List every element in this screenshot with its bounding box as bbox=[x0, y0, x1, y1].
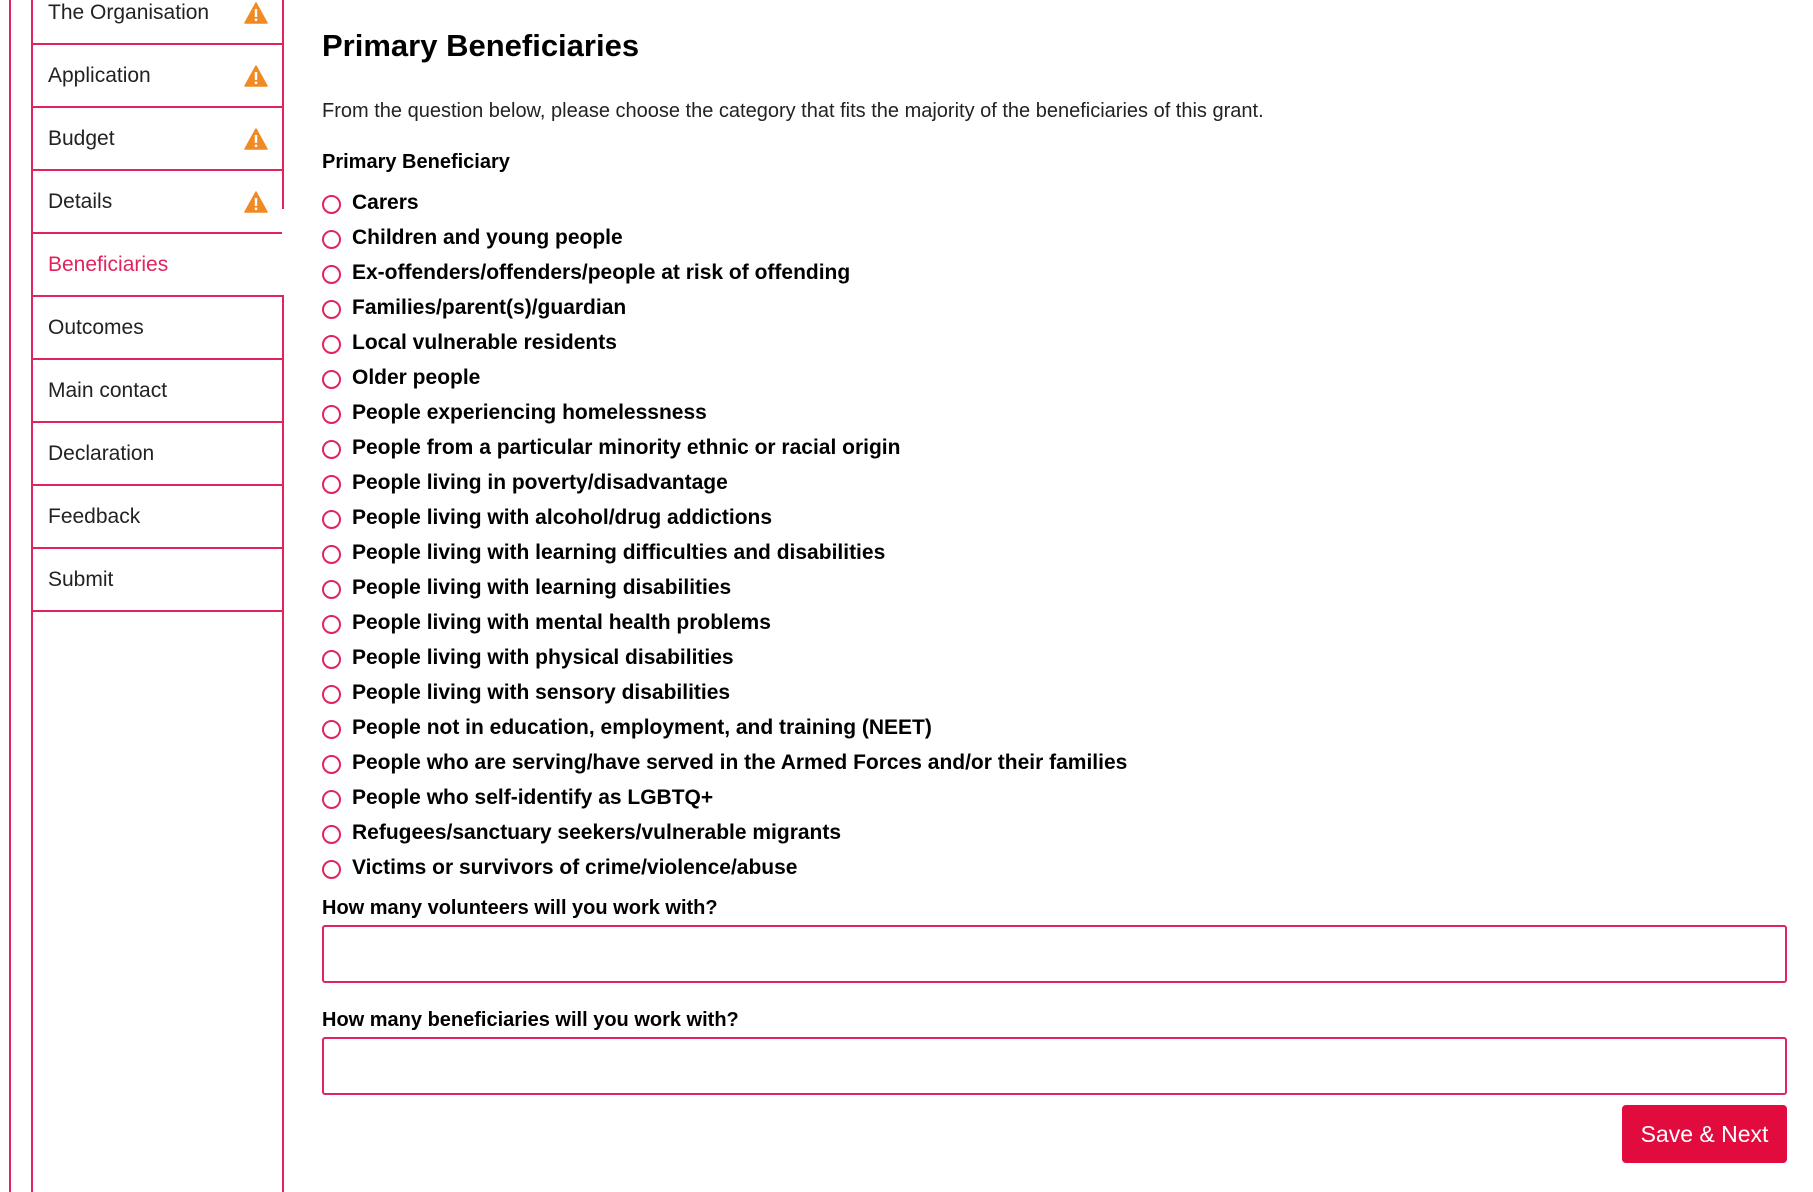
beneficiary-option-label: People living with learning disabilities bbox=[352, 575, 732, 599]
radio-button[interactable] bbox=[322, 825, 341, 844]
sidebar-item-label: Declaration bbox=[48, 441, 155, 465]
radio-button[interactable] bbox=[322, 615, 341, 634]
beneficiary-option[interactable]: People living with learning difficulties… bbox=[322, 535, 1787, 570]
beneficiary-option-label: People from a particular minority ethnic… bbox=[352, 435, 901, 459]
beneficiaries-count-input[interactable] bbox=[322, 1037, 1787, 1095]
sidebar-item-label: Feedback bbox=[48, 504, 141, 528]
beneficiary-option[interactable]: People experiencing homelessness bbox=[322, 395, 1787, 430]
radio-button[interactable] bbox=[322, 580, 341, 599]
radio-button[interactable] bbox=[322, 510, 341, 529]
primary-beneficiary-label: Primary Beneficiary bbox=[322, 151, 510, 173]
save-next-button[interactable]: Save & Next bbox=[1622, 1105, 1787, 1163]
sidebar-item-label: Application bbox=[48, 63, 151, 87]
beneficiary-option[interactable]: People living with learning disabilities bbox=[322, 570, 1787, 605]
sidebar-right-border bbox=[282, 0, 284, 209]
warning-triangle-icon bbox=[244, 1, 268, 24]
beneficiary-option-label: Refugees/sanctuary seekers/vulnerable mi… bbox=[352, 820, 842, 844]
beneficiary-option-label: People living with sensory disabilities bbox=[352, 680, 731, 704]
beneficiary-option[interactable]: Refugees/sanctuary seekers/vulnerable mi… bbox=[322, 815, 1787, 850]
volunteers-input[interactable] bbox=[322, 925, 1787, 983]
radio-button[interactable] bbox=[322, 440, 341, 459]
beneficiary-option[interactable]: Children and young people bbox=[322, 220, 1787, 255]
volunteers-label: How many volunteers will you work with? bbox=[322, 897, 718, 919]
beneficiary-option[interactable]: People who are serving/have served in th… bbox=[322, 745, 1787, 780]
radio-button[interactable] bbox=[322, 300, 341, 319]
sidebar-item-label: Beneficiaries bbox=[48, 252, 169, 276]
sidebar-item-label: Outcomes bbox=[48, 315, 144, 339]
outer-border-line bbox=[9, 0, 11, 1192]
radio-button[interactable] bbox=[322, 230, 341, 249]
main-content: Primary Beneficiaries From the question … bbox=[322, 24, 1787, 1165]
sidebar-item-label: Submit bbox=[48, 567, 114, 591]
beneficiary-option[interactable]: People living in poverty/disadvantage bbox=[322, 465, 1787, 500]
beneficiary-option[interactable]: People living with sensory disabilities bbox=[322, 675, 1787, 710]
intro-text: From the question below, please choose t… bbox=[322, 100, 1264, 122]
primary-beneficiary-radio-group: Carers Children and young people Ex-offend… bbox=[322, 185, 1787, 885]
beneficiary-option[interactable]: People from a particular minority ethnic… bbox=[322, 430, 1787, 465]
sidebar-item-the-organisation[interactable]: The Organisation bbox=[33, 0, 282, 45]
sidebar-item-label: Details bbox=[48, 189, 113, 213]
beneficiary-option-label: Older people bbox=[352, 365, 481, 389]
sidebar-item-budget[interactable]: Budget bbox=[33, 108, 282, 171]
radio-button[interactable] bbox=[322, 685, 341, 704]
beneficiary-option-label: People not in education, employment, and… bbox=[352, 715, 932, 739]
beneficiary-option[interactable]: People who self-identify as LGBTQ+ bbox=[322, 780, 1787, 815]
warning-triangle-icon bbox=[244, 127, 268, 150]
sidebar-item-label: Main contact bbox=[48, 378, 168, 402]
beneficiary-option-label: Ex-offenders/offenders/people at risk of… bbox=[352, 260, 851, 284]
beneficiary-option-label: People who are serving/have served in th… bbox=[352, 750, 1128, 774]
radio-button[interactable] bbox=[322, 335, 341, 354]
beneficiary-option-label: People living with mental health problem… bbox=[352, 610, 771, 634]
sidebar-item-declaration[interactable]: Declaration bbox=[33, 423, 282, 486]
beneficiary-option[interactable]: Ex-offenders/offenders/people at risk of… bbox=[322, 255, 1787, 290]
beneficiaries-count-label: How many beneficiaries will you work wit… bbox=[322, 1009, 739, 1031]
beneficiary-option-label: Carers bbox=[352, 190, 419, 214]
warning-triangle-icon bbox=[244, 64, 268, 87]
beneficiary-option-label: People experiencing homelessness bbox=[352, 400, 707, 424]
radio-button[interactable] bbox=[322, 370, 341, 389]
radio-button[interactable] bbox=[322, 405, 341, 424]
radio-button[interactable] bbox=[322, 475, 341, 494]
radio-button[interactable] bbox=[322, 650, 341, 669]
radio-button[interactable] bbox=[322, 720, 341, 739]
radio-button[interactable] bbox=[322, 265, 341, 284]
warning-triangle-icon bbox=[244, 190, 268, 213]
beneficiary-option-label: People living with physical disabilities bbox=[352, 645, 734, 669]
beneficiary-option-label: Families/parent(s)/guardian bbox=[352, 295, 627, 319]
beneficiary-option-label: People living in poverty/disadvantage bbox=[352, 470, 728, 494]
beneficiary-option-label: People who self-identify as LGBTQ+ bbox=[352, 785, 714, 809]
beneficiary-option-label: Local vulnerable residents bbox=[352, 330, 617, 354]
beneficiary-option[interactable]: People living with mental health problem… bbox=[322, 605, 1787, 640]
beneficiary-option[interactable]: Victims or survivors of crime/violence/a… bbox=[322, 850, 1787, 885]
sidebar-item-feedback[interactable]: Feedback bbox=[33, 486, 282, 549]
radio-button[interactable] bbox=[322, 755, 341, 774]
beneficiary-option[interactable]: Local vulnerable residents bbox=[322, 325, 1787, 360]
beneficiary-option[interactable]: Families/parent(s)/guardian bbox=[322, 290, 1787, 325]
sidebar-item-beneficiaries[interactable]: Beneficiaries bbox=[33, 234, 282, 297]
sidebar-item-label: Budget bbox=[48, 126, 115, 150]
sidebar-nav: The Organisation Application Budget Details… bbox=[31, 0, 284, 1192]
beneficiary-option-label: Victims or survivors of crime/violence/a… bbox=[352, 855, 798, 879]
sidebar-item-label: The Organisation bbox=[48, 0, 210, 24]
sidebar-right-border bbox=[282, 295, 284, 1192]
radio-button[interactable] bbox=[322, 195, 341, 214]
sidebar-item-details[interactable]: Details bbox=[33, 171, 282, 234]
sidebar-item-outcomes[interactable]: Outcomes bbox=[33, 297, 282, 360]
sidebar-item-application[interactable]: Application bbox=[33, 45, 282, 108]
beneficiary-option-label: Children and young people bbox=[352, 225, 623, 249]
radio-button[interactable] bbox=[322, 790, 341, 809]
beneficiary-option-label: People living with learning difficulties… bbox=[352, 540, 886, 564]
beneficiary-option[interactable]: Carers bbox=[322, 185, 1787, 220]
sidebar-nav-list: The Organisation Application Budget Details… bbox=[33, 0, 282, 612]
sidebar-item-main-contact[interactable]: Main contact bbox=[33, 360, 282, 423]
sidebar-item-submit[interactable]: Submit bbox=[33, 549, 282, 612]
beneficiary-option[interactable]: People living with physical disabilities bbox=[322, 640, 1787, 675]
beneficiary-option[interactable]: People living with alcohol/drug addictio… bbox=[322, 500, 1787, 535]
page-title: Primary Beneficiaries bbox=[322, 28, 640, 63]
beneficiary-option[interactable]: People not in education, employment, and… bbox=[322, 710, 1787, 745]
radio-button[interactable] bbox=[322, 545, 341, 564]
radio-button[interactable] bbox=[322, 860, 341, 879]
beneficiary-option[interactable]: Older people bbox=[322, 360, 1787, 395]
beneficiary-option-label: People living with alcohol/drug addictio… bbox=[352, 505, 773, 529]
